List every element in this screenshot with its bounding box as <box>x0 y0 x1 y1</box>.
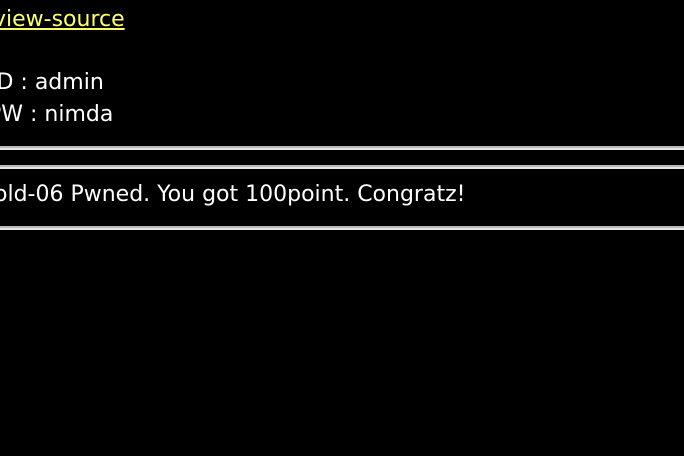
view-source-link[interactable]: view-source <box>0 5 125 35</box>
divider <box>0 226 684 230</box>
result-message: old-06 Pwned. You got 100point. Congratz… <box>0 182 466 207</box>
pw-label: PW : nimda <box>0 102 114 127</box>
id-label: ID : admin <box>0 70 104 95</box>
divider <box>0 146 684 150</box>
divider <box>0 165 684 169</box>
